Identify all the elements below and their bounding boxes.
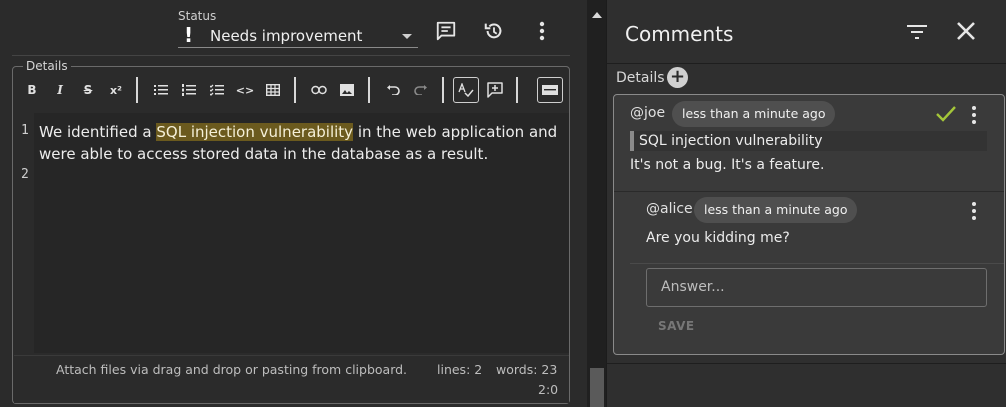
- toolbar-divider: [442, 77, 444, 103]
- comments-pane: Comments Details + @joe less than a minu…: [606, 0, 1006, 407]
- comment-author: @joe: [630, 105, 666, 121]
- resolve-check-icon[interactable]: [935, 105, 957, 123]
- divider: [630, 263, 1004, 264]
- table-icon[interactable]: [262, 79, 284, 101]
- editor-statusbar: Attach files via drag and drop or pastin…: [14, 355, 569, 403]
- close-button[interactable]: [955, 20, 981, 48]
- comment-thread: @joe less than a minute ago SQL injectio…: [613, 94, 1005, 355]
- scrollbar-thumb[interactable]: [590, 368, 604, 407]
- filter-icon: [907, 25, 927, 39]
- warning-icon: !: [184, 23, 194, 47]
- more-vert-icon: [539, 21, 545, 41]
- reply-text: Are you kidding me?: [646, 230, 790, 246]
- close-icon: [957, 22, 975, 40]
- comment-icon: [436, 21, 456, 41]
- spellcheck-button[interactable]: [453, 77, 479, 103]
- line-number: 2: [21, 167, 29, 182]
- preview-icon: [542, 85, 558, 95]
- plus-icon: +: [669, 66, 686, 87]
- editor-pane: Status ! Needs improvement Details B I S…: [0, 0, 585, 407]
- save-button[interactable]: SAVE: [658, 319, 695, 333]
- line-count: lines: 2: [437, 362, 483, 377]
- toolbar-divider: [136, 77, 138, 103]
- checklist-icon[interactable]: [206, 79, 228, 101]
- undo-icon[interactable]: [382, 79, 404, 101]
- word-count: words: 23: [496, 362, 558, 377]
- highlighted-text[interactable]: SQL injection vulnerability: [156, 123, 354, 141]
- details-editor: Details B I S x² <> 1 2 We identified a …: [12, 59, 570, 404]
- more-vert-icon[interactable]: [968, 201, 980, 221]
- comment-button[interactable]: [433, 18, 459, 44]
- filter-button[interactable]: [907, 24, 933, 48]
- answer-input[interactable]: Answer...: [646, 268, 987, 307]
- status-select[interactable]: ! Needs improvement: [178, 24, 418, 48]
- cursor-position: 2:0: [538, 382, 559, 397]
- toolbar-divider: [368, 77, 370, 103]
- history-icon: [484, 23, 502, 39]
- section-label: Details: [616, 70, 665, 86]
- toolbar-divider: [516, 77, 518, 103]
- superscript-icon[interactable]: x²: [105, 79, 127, 101]
- timestamp-chip: less than a minute ago: [672, 101, 836, 127]
- attach-hint: Attach files via drag and drop or pastin…: [56, 362, 408, 377]
- text-segment: We identified a: [39, 123, 157, 141]
- bullet-list-icon[interactable]: [150, 79, 172, 101]
- scrollbar[interactable]: [587, 0, 606, 407]
- add-comment-icon[interactable]: [484, 79, 506, 101]
- divider: [607, 363, 1006, 364]
- scroll-up-icon[interactable]: [592, 12, 602, 18]
- strikethrough-icon[interactable]: S: [77, 79, 99, 101]
- details-legend: Details: [23, 59, 71, 73]
- toolbar-divider: [294, 77, 296, 103]
- reply-author: @alice: [646, 201, 693, 217]
- answer-placeholder: Answer...: [661, 279, 725, 295]
- numbered-list-icon[interactable]: [178, 79, 200, 101]
- status-value: Needs improvement: [210, 27, 363, 45]
- fullscreen-button[interactable]: [537, 77, 563, 103]
- link-icon[interactable]: [308, 79, 330, 101]
- spellcheck-icon: [458, 83, 474, 97]
- more-button[interactable]: [529, 18, 555, 44]
- bold-icon[interactable]: B: [21, 79, 43, 101]
- editor-toolbar: B I S x² <>: [13, 75, 569, 105]
- code-icon[interactable]: <>: [234, 79, 256, 101]
- line-gutter: 1 2: [14, 113, 34, 353]
- add-comment-button[interactable]: +: [667, 67, 688, 88]
- quoted-text: SQL injection vulnerability: [630, 131, 987, 151]
- line-number: 1: [21, 123, 29, 138]
- redo-icon[interactable]: [410, 79, 432, 101]
- more-vert-icon[interactable]: [968, 105, 980, 125]
- caret-down-icon: [402, 34, 412, 39]
- divider: [607, 63, 1006, 64]
- divider: [614, 191, 1004, 192]
- timestamp-chip: less than a minute ago: [694, 197, 858, 223]
- comments-title: Comments: [625, 22, 734, 46]
- code-editor[interactable]: 1 2 We identified a SQL injection vulner…: [14, 113, 569, 353]
- divider: [12, 55, 570, 56]
- image-icon[interactable]: [336, 79, 358, 101]
- history-button[interactable]: [481, 18, 507, 44]
- italic-icon[interactable]: I: [49, 79, 71, 101]
- comment-text: It's not a bug. It's a feature.: [630, 157, 825, 173]
- editor-text[interactable]: We identified a SQL injection vulnerabil…: [39, 121, 569, 165]
- status-label: Status: [178, 9, 217, 23]
